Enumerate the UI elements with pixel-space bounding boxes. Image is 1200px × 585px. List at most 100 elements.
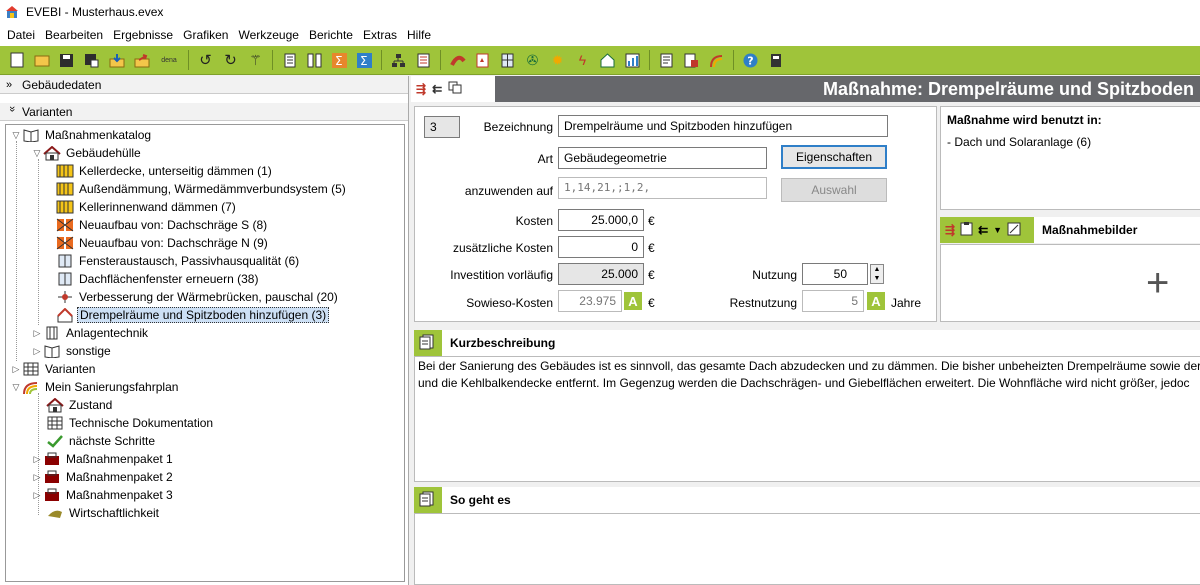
add-measure-icon[interactable]: ⇶ [416,82,426,96]
howto-doc-icon[interactable] [419,491,434,510]
auswahl-button[interactable]: Auswahl [781,178,887,202]
tree-item-dokumentation[interactable]: Technische Dokumentation [46,414,215,432]
tree-node-katalog[interactable]: ▽ Maßnahmenkatalog [10,126,153,144]
pdf-report-icon[interactable] [682,51,701,70]
expand-chevron-icon[interactable]: ▷ [31,346,43,357]
tree-item-paket-2[interactable]: ▷ Maßnahmenpaket 2 [31,468,175,486]
window-icon[interactable] [498,51,517,70]
add-image-plus-icon[interactable]: + [1146,263,1169,303]
tree-item-paket-1[interactable]: ▷ Maßnahmenpaket 1 [31,450,175,468]
import-icon[interactable] [107,51,126,70]
roadmap-icon[interactable] [707,51,726,70]
menu-hilfe[interactable]: Hilfe [402,24,436,46]
expand-chevron-icon[interactable]: ▷ [31,472,43,483]
heating-icon[interactable] [448,51,467,70]
nutzung-input[interactable]: 50 [802,263,868,285]
tree-node-sonstige[interactable]: ▷ sonstige [31,342,113,360]
kosten-input[interactable]: 25.000,0 [558,209,644,231]
save-as-icon[interactable] [82,51,101,70]
open-folder-icon[interactable] [32,51,51,70]
collapse-chevron-icon[interactable]: ▽ [10,130,22,141]
report-icon[interactable] [657,51,676,70]
dropdown-arrow-icon[interactable]: ▼ [993,225,1002,235]
tree-node-varianten[interactable]: ▷ Varianten [10,360,97,378]
zus-kosten-input[interactable]: 0 [558,236,644,258]
tree-item-kellerdecke[interactable]: Kellerdecke, unterseitig dämmen (1) [56,162,274,180]
menu-werkzeuge[interactable]: Werkzeuge [233,24,303,46]
collapse-chevron-icon[interactable]: ▽ [31,148,43,159]
dena-icon[interactable]: dena [157,51,181,70]
spinner-down-icon[interactable]: ▼ [871,274,883,283]
tree-node-anlagentechnik[interactable]: ▷ Anlagentechnik [31,324,150,342]
collapse-chevron-icon[interactable]: ▽ [10,382,22,393]
new-file-icon[interactable] [7,51,26,70]
help-icon[interactable]: ? [741,51,760,70]
add-image-icon[interactable]: ⇶ [945,223,955,237]
tree-item-wirtschaftlichkeit[interactable]: Wirtschaftlichkeit [46,504,161,522]
varianten-header[interactable]: » Varianten [0,103,408,121]
tree-item-dachflaechenfenster[interactable]: Dachflächenfenster erneuern (38) [56,270,260,288]
document-icon[interactable] [280,51,299,70]
list-icon[interactable] [414,51,433,70]
remove-image-icon[interactable]: ⇇ [978,223,988,237]
spinner-up-icon[interactable]: ▲ [871,265,883,274]
compare-icon[interactable] [305,51,324,70]
copy-measure-icon[interactable] [448,81,462,97]
auto-badge[interactable]: A [867,292,885,310]
tree-node-gebaeudehuelle[interactable]: ▽ Gebäudehülle [31,144,143,162]
bezeichnung-input[interactable]: Drempelräume und Spitzboden hinzufügen [558,115,888,137]
tree-item-zustand[interactable]: Zustand [46,396,114,414]
so-geht-es-text[interactable] [414,513,1200,585]
export-icon[interactable] [132,51,151,70]
auto-badge[interactable]: A [624,292,642,310]
art-field[interactable]: Gebäudegeometrie [558,147,767,169]
sum-orange-icon[interactable]: Σ [330,51,349,70]
tree-view[interactable]: ▽ Maßnahmenkatalog ▽ Gebäudehülle Keller… [5,124,405,582]
menu-berichte[interactable]: Berichte [304,24,358,46]
menu-grafiken[interactable]: Grafiken [178,24,233,46]
tree-item-waermebruecken[interactable]: Verbesserung der Wärmebrücken, pauschal … [56,288,340,306]
remove-measure-icon[interactable]: ⇇ [432,82,442,96]
boiler-icon[interactable] [473,51,492,70]
fan-icon[interactable]: ✇ [523,51,542,70]
sun-icon[interactable]: ✹ [548,51,567,70]
tree-item-naechste-schritte[interactable]: nächste Schritte [46,432,157,450]
kurzbeschreibung-text[interactable]: Bei der Sanierung des Gebäudes ist es si… [414,356,1200,482]
restnutzung-field[interactable]: 5 [802,290,864,312]
expand-chevron-icon[interactable]: ▷ [31,490,43,501]
calculator-icon[interactable] [766,51,785,70]
save-icon[interactable] [57,51,76,70]
description-doc-icon[interactable] [419,334,434,353]
expand-chevron-icon[interactable]: ▷ [10,364,22,375]
menu-ergebnisse[interactable]: Ergebnisse [108,24,178,46]
chart-bars-icon[interactable] [623,51,642,70]
tree-item-paket-3[interactable]: ▷ Maßnahmenpaket 3 [31,486,175,504]
paste-image-icon[interactable] [960,221,973,239]
sowieso-field[interactable]: 23.975 [558,290,622,312]
eigenschaften-button[interactable]: Eigenschaften [781,145,887,169]
expand-chevron-icon[interactable]: ▷ [31,328,43,339]
gebaeudedaten-header[interactable]: » Gebäudedaten [0,76,408,94]
network-icon[interactable] [389,51,408,70]
tree-item-kellerinnenwand[interactable]: Kellerinnenwand dämmen (7) [56,198,238,216]
used-in-item[interactable]: - Dach und Solaranlage (6) [947,135,1200,149]
tree-item-aussendaemmung[interactable]: Außendämmung, Wärmedämmverbundsystem (5) [56,180,348,198]
tree-item-dachschraege-s[interactable]: Neuaufbau von: Dachschräge S (8) [56,216,269,234]
lightning-icon[interactable]: ϟ [573,51,592,70]
edit-image-icon[interactable] [1007,222,1021,239]
nutzung-spinner[interactable]: ▲ ▼ [870,264,884,284]
menu-datei[interactable]: Datei [2,24,40,46]
menu-extras[interactable]: Extras [358,24,402,46]
tree-node-fahrplan[interactable]: ▽ Mein Sanierungsfahrplan [10,378,180,396]
menu-bearbeiten[interactable]: Bearbeiten [40,24,108,46]
undo-icon[interactable]: ↺ [196,51,215,70]
sum-blue-icon[interactable]: Σ [355,51,374,70]
tree-item-dachschraege-n[interactable]: Neuaufbau von: Dachschräge N (9) [56,234,270,252]
tree-item-drempelraeume[interactable]: Drempelräume und Spitzboden hinzufügen (… [56,306,330,324]
redo-icon[interactable]: ↻ [221,51,240,70]
images-area[interactable]: + [940,244,1200,322]
tree-item-fensteraustausch[interactable]: Fensteraustausch, Passivhausqualität (6) [56,252,301,270]
expand-chevron-icon[interactable]: ▷ [31,454,43,465]
magic-wand-icon[interactable]: ⚚ [246,51,265,70]
energy-house-icon[interactable] [598,51,617,70]
